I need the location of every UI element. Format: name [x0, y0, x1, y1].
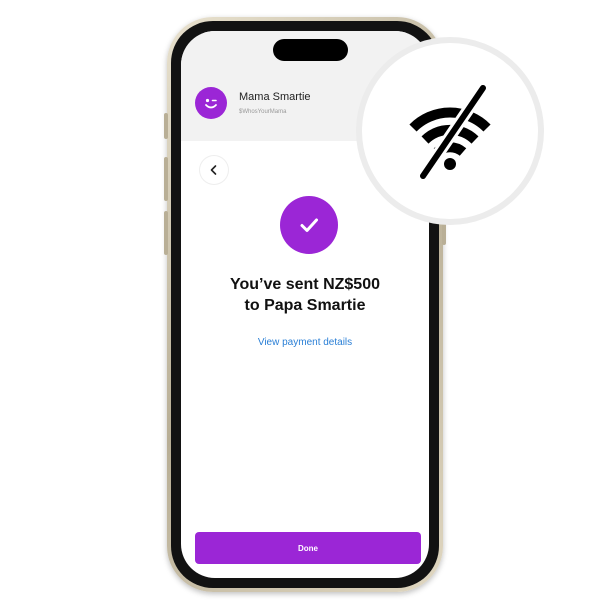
phone-action-button	[164, 113, 168, 139]
done-button[interactable]: Done	[195, 532, 421, 564]
phone-volume-up-button	[164, 157, 168, 201]
dynamic-island	[273, 39, 348, 61]
account-handle: $WhosYourMama	[239, 109, 287, 115]
payment-confirmation-message: You’ve sent NZ$500 to Papa Smartie	[181, 274, 429, 316]
confirmation-line-recipient: to Papa Smartie	[244, 297, 366, 314]
view-payment-details-link[interactable]: View payment details	[181, 337, 429, 348]
phone-volume-down-button	[164, 211, 168, 255]
back-button[interactable]	[200, 156, 228, 184]
offline-badge	[356, 37, 544, 225]
chevron-left-icon	[210, 165, 217, 175]
confirmation-line-amount: You’ve sent NZ$500	[230, 276, 380, 293]
winking-smiley-icon[interactable]	[195, 87, 227, 119]
success-checkmark-icon	[280, 196, 338, 254]
account-name: Mama Smartie	[239, 91, 311, 103]
wifi-off-icon	[409, 82, 491, 182]
